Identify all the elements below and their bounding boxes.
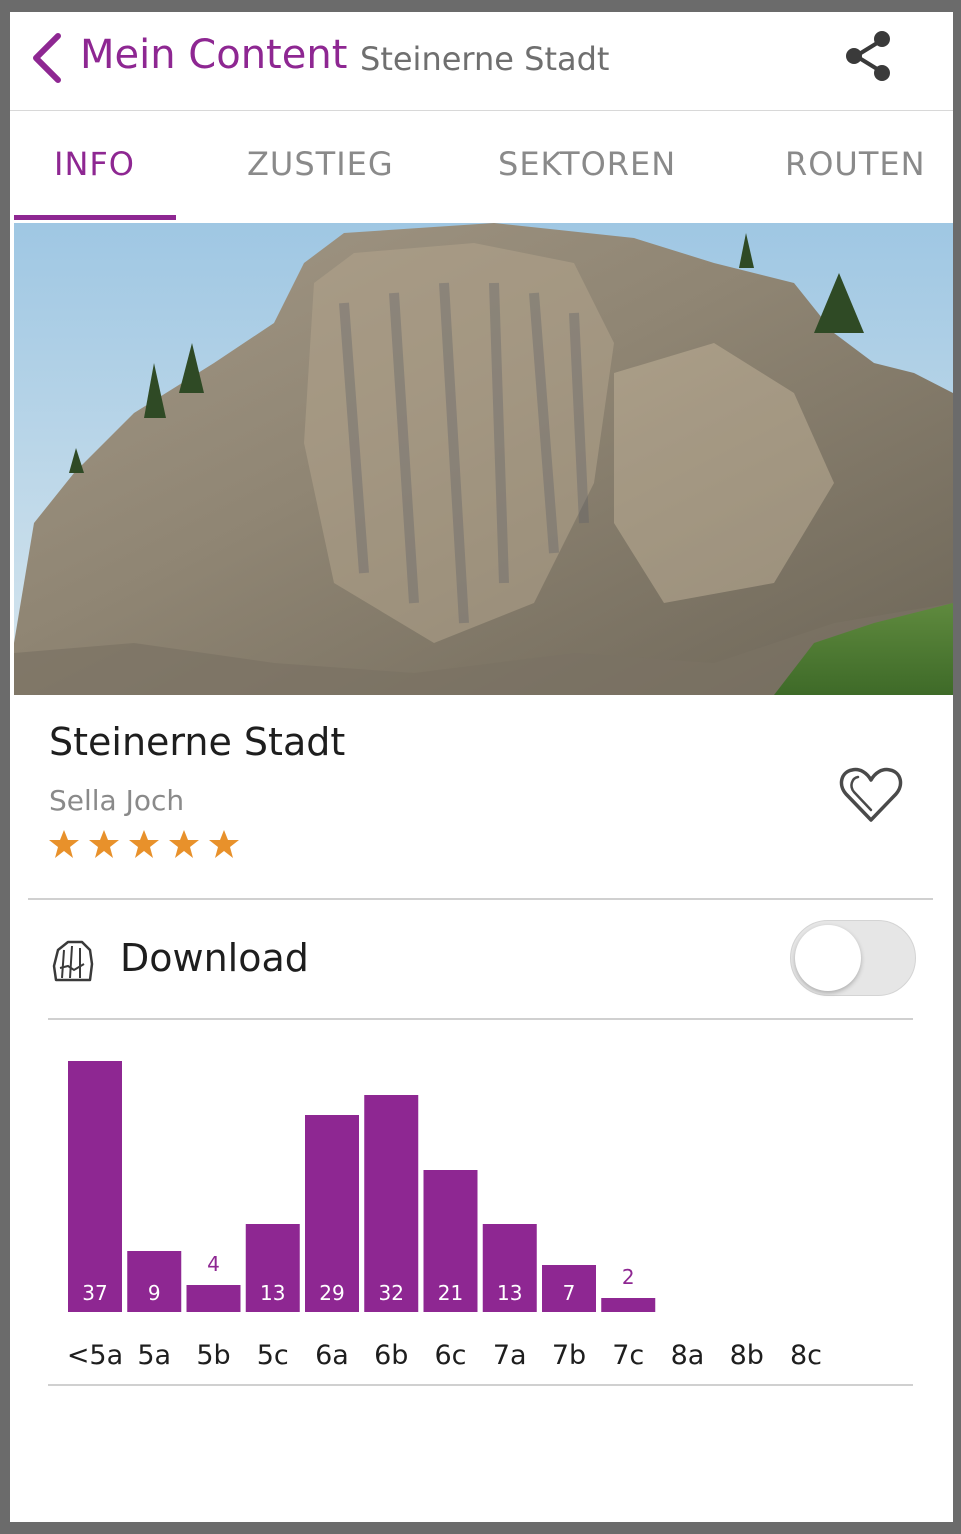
- bar-value-label: 9: [148, 1281, 161, 1305]
- app-screen: Mein Content Steinerne Stadt INFO ZUSTIE…: [10, 12, 953, 1522]
- bar-value-label: 21: [438, 1281, 463, 1305]
- rock-icon: [52, 940, 94, 982]
- download-toggle[interactable]: [790, 920, 916, 996]
- grade-tick-label: 8c: [790, 1340, 822, 1371]
- tab-zustieg[interactable]: ZUSTIEG: [247, 145, 394, 183]
- bar-6b: [364, 1095, 419, 1312]
- tab-info[interactable]: INFO: [54, 145, 135, 183]
- divider: [28, 898, 933, 900]
- crag-name: Steinerne Stadt: [49, 720, 346, 764]
- bar-value-label: 29: [319, 1281, 344, 1305]
- app-header: Mein Content Steinerne Stadt: [10, 12, 953, 111]
- grade-distribution-chart: 37 <5a 9 5a 4 5b 13 5c 29 6a 32 6b 21 6c 13 7a 7 7b 2 7c 8a 8…: [67, 1061, 822, 1371]
- tab-sektoren[interactable]: SEKTOREN: [498, 145, 676, 183]
- toggle-knob: [795, 925, 861, 991]
- grade-tick-label: 8b: [730, 1340, 764, 1371]
- star-icon: [209, 830, 239, 858]
- grade-tick-label: 6b: [374, 1340, 408, 1371]
- grade-tick-label: 6c: [434, 1340, 466, 1371]
- grade-tick-label: 5a: [137, 1340, 171, 1371]
- bar-<5a: [68, 1061, 122, 1312]
- download-label: Download: [120, 936, 309, 980]
- star-icon: [129, 830, 159, 858]
- bar-value-label: 13: [260, 1281, 285, 1305]
- bar-value-label: 7: [563, 1281, 576, 1305]
- grade-tick-label: <5a: [67, 1340, 123, 1371]
- bar-value-label: 13: [497, 1281, 522, 1305]
- divider: [48, 1018, 913, 1020]
- grade-tick-label: 6a: [315, 1340, 349, 1371]
- tab-bar: INFO ZUSTIEG SEKTOREN ROUTEN: [14, 111, 953, 223]
- bar-value-label: 32: [379, 1281, 404, 1305]
- share-icon[interactable]: [842, 28, 894, 84]
- grade-tick-label: 7c: [612, 1340, 644, 1371]
- grade-tick-label: 8a: [671, 1340, 705, 1371]
- header-title[interactable]: Mein Content: [80, 32, 347, 78]
- star-icon: [89, 830, 119, 858]
- bar-value-label: 4: [207, 1252, 220, 1276]
- divider: [48, 1384, 913, 1386]
- bar-value-label: 2: [622, 1265, 635, 1289]
- bar-value-label: 37: [82, 1281, 107, 1305]
- heart-icon[interactable]: [838, 764, 904, 826]
- crag-area: Sella Joch: [49, 784, 185, 817]
- grade-tick-label: 5b: [196, 1340, 230, 1371]
- header-subtitle: Steinerne Stadt: [360, 40, 610, 78]
- crag-photo: [14, 223, 953, 695]
- grade-tick-label: 7a: [493, 1340, 527, 1371]
- chevron-left-icon[interactable]: [28, 30, 68, 86]
- bar-7c: [601, 1298, 656, 1312]
- bar-5b: [186, 1285, 241, 1312]
- grade-tick-label: 5c: [257, 1340, 289, 1371]
- grade-tick-label: 7b: [552, 1340, 586, 1371]
- star-icon: [169, 830, 199, 858]
- tab-routen[interactable]: ROUTEN: [785, 145, 926, 183]
- active-tab-indicator: [14, 215, 176, 220]
- star-icon: [49, 830, 79, 858]
